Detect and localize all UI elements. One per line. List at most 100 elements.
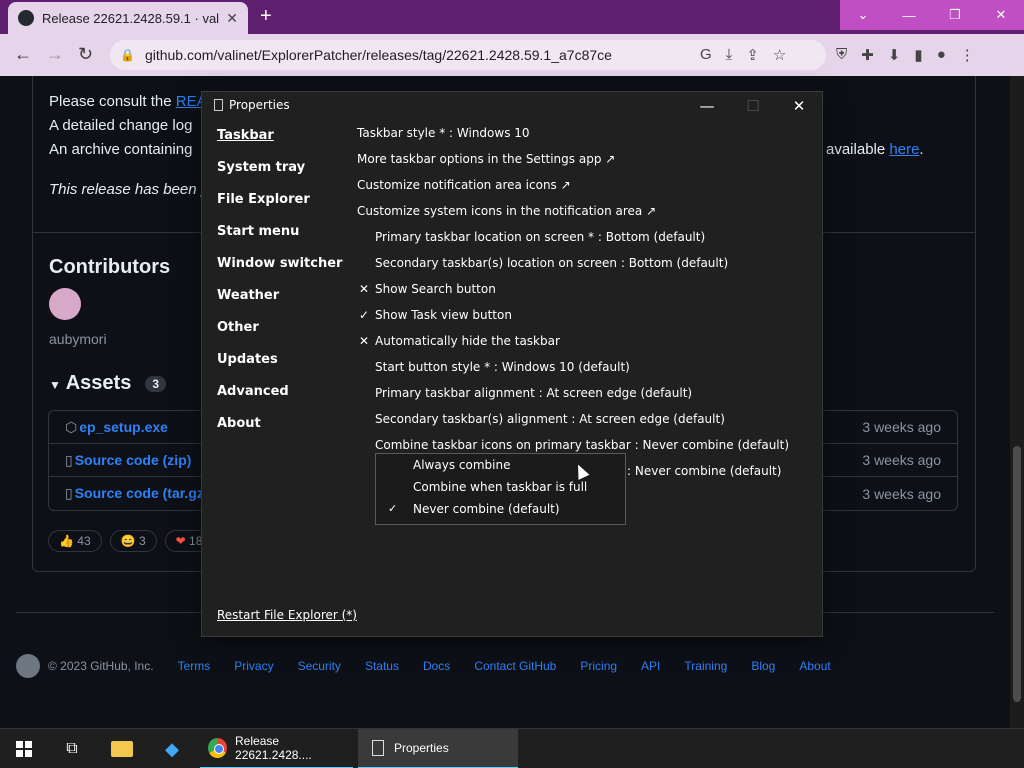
footer-link-api[interactable]: API — [641, 659, 660, 673]
restart-explorer-link[interactable]: Restart File Explorer (*) — [217, 608, 357, 622]
extensions-puzzle-icon[interactable]: ✚ — [861, 46, 874, 64]
share-icon[interactable]: ⇪ — [746, 46, 759, 64]
bookmark-star-icon[interactable]: ☆ — [773, 46, 786, 64]
properties-app-icon — [214, 99, 223, 111]
release-notes-line-1: Please consult the REA — [49, 93, 207, 110]
dialog-close-button[interactable]: ✕ — [776, 92, 822, 120]
option-primary-location[interactable]: Primary taskbar location on screen * : B… — [357, 229, 817, 255]
browser-window-controls: ⌄ — ❐ ✕ — [840, 0, 1024, 30]
back-icon[interactable]: ← — [14, 44, 32, 65]
nav-taskbar[interactable]: Taskbar — [217, 128, 342, 160]
option-auto-hide[interactable]: ✕ Automatically hide the taskbar — [357, 333, 817, 359]
reaction-thumbs-up[interactable]: 👍 43 — [48, 530, 102, 552]
footer-link-training[interactable]: Training — [684, 659, 727, 673]
option-show-search[interactable]: ✕ Show Search button — [357, 281, 817, 307]
dialog-maximize-button[interactable]: ☐ — [730, 92, 776, 120]
combine-dropdown-menu: Always combine Combine when taskbar is f… — [375, 453, 626, 525]
reaction-smile[interactable]: 😄 3 — [109, 530, 157, 552]
page-footer: © 2023 GitHub, Inc. Terms Privacy Securi… — [16, 654, 831, 678]
roblox-button[interactable]: ◆ — [148, 729, 196, 768]
close-button[interactable]: ✕ — [978, 0, 1024, 30]
new-tab-button[interactable]: + — [260, 5, 272, 28]
reactions-bar: 👍 43 😄 3 ❤ 18 — [48, 530, 214, 552]
scrollbar-thumb[interactable] — [1013, 446, 1021, 702]
option-secondary-alignment[interactable]: Secondary taskbar(s) alignment : At scre… — [357, 411, 817, 437]
nav-system-tray[interactable]: System tray — [217, 160, 342, 192]
option-notification-icons-link[interactable]: Customize notification area icons ↗ — [357, 177, 817, 203]
option-show-task-view[interactable]: ✓ Show Task view button — [357, 307, 817, 333]
menu-kebab-icon[interactable]: ⋮ — [960, 46, 975, 64]
contributor-name[interactable]: aubymori — [49, 331, 107, 347]
task-view-button[interactable]: ⧉ — [48, 729, 96, 768]
contributor-avatar[interactable] — [49, 288, 81, 320]
nav-other[interactable]: Other — [217, 320, 342, 352]
option-secondary-location[interactable]: Secondary taskbar(s) location on screen … — [357, 255, 817, 281]
release-notes-line-3-end: available here. — [826, 141, 924, 158]
footer-link-terms[interactable]: Terms — [178, 659, 211, 673]
assets-count-badge: 3 — [145, 375, 167, 392]
footer-link-docs[interactable]: Docs — [423, 659, 450, 673]
package-icon: ⬡ — [65, 418, 78, 435]
nav-updates[interactable]: Updates — [217, 352, 342, 384]
nav-start-menu[interactable]: Start menu — [217, 224, 342, 256]
footer-link-contact[interactable]: Contact GitHub — [474, 659, 556, 673]
footer-link-privacy[interactable]: Privacy — [234, 659, 273, 673]
footer-link-pricing[interactable]: Pricing — [580, 659, 617, 673]
dialog-window-controls: — ☐ ✕ — [684, 92, 822, 120]
restore-button[interactable]: ❐ — [932, 0, 978, 30]
unchecked-x-icon: ✕ — [359, 334, 370, 348]
checkmark-icon: ✓ — [388, 502, 398, 515]
footer-link-blog[interactable]: Blog — [751, 659, 775, 673]
start-button[interactable] — [0, 729, 48, 768]
contributors-heading: Contributors — [49, 256, 171, 278]
nav-weather[interactable]: Weather — [217, 288, 342, 320]
taskbar-options: Taskbar style * : Windows 10 More taskba… — [357, 125, 817, 489]
properties-app-icon — [372, 740, 384, 756]
footer-link-security[interactable]: Security — [298, 659, 341, 673]
github-logo-icon[interactable] — [16, 654, 40, 678]
menu-item-combine-when-full[interactable]: Combine when taskbar is full — [376, 476, 625, 498]
release-notes-line-2: A detailed change log — [49, 117, 193, 134]
footer-link-status[interactable]: Status — [365, 659, 399, 673]
nav-about[interactable]: About — [217, 416, 342, 448]
chrome-icon — [208, 738, 228, 758]
tab-search-icon[interactable]: ⌄ — [840, 0, 886, 30]
dialog-minimize-button[interactable]: — — [684, 92, 730, 120]
checkmark-icon: ✓ — [359, 308, 370, 322]
taskbar-properties[interactable]: Properties — [358, 729, 518, 768]
url-text: github.com/valinet/ExplorerPatcher/relea… — [144, 47, 612, 63]
shield-extension-icon[interactable]: ⛨ — [836, 46, 847, 64]
option-primary-alignment[interactable]: Primary taskbar alignment : At screen ed… — [357, 385, 817, 411]
menu-item-never-combine[interactable]: ✓ Never combine (default) — [376, 498, 625, 520]
forward-icon[interactable]: → — [46, 44, 64, 65]
install-icon[interactable]: ⤓ — [726, 46, 733, 64]
here-link[interactable]: here — [889, 141, 919, 158]
file-explorer-button[interactable] — [98, 729, 146, 768]
nav-window-switcher[interactable]: Window switcher — [217, 256, 342, 288]
option-system-icons-link[interactable]: Customize system icons in the notificati… — [357, 203, 817, 229]
zip-icon: ▯ — [65, 485, 73, 501]
folder-icon — [111, 741, 133, 757]
properties-dialog: Properties — ☐ ✕ Taskbar System tray Fil… — [201, 91, 823, 637]
nav-file-explorer[interactable]: File Explorer — [217, 192, 342, 224]
page-scrollbar[interactable] — [1010, 76, 1024, 728]
browser-tab[interactable]: Release 22621.2428.59.1 · valinet ✕ — [8, 2, 248, 34]
assets-heading[interactable]: ▼ Assets 3 — [49, 372, 167, 395]
taskbar-chrome[interactable]: Release 22621.2428.... — [200, 729, 353, 768]
browser-tab-bar: Release 22621.2428.59.1 · valinet ✕ + ⌄ … — [0, 0, 1024, 34]
downloads-icon[interactable]: ⬇ — [888, 46, 901, 64]
option-taskbar-style[interactable]: Taskbar style * : Windows 10 — [357, 125, 817, 151]
minimize-button[interactable]: — — [886, 0, 932, 30]
nav-advanced[interactable]: Advanced — [217, 384, 342, 416]
unchecked-x-icon: ✕ — [359, 282, 370, 296]
footer-link-about[interactable]: About — [799, 659, 830, 673]
release-notes-line-3: An archive containing — [49, 141, 193, 158]
reload-icon[interactable]: ↻ — [78, 44, 93, 65]
tab-close-icon[interactable]: ✕ — [226, 10, 238, 27]
profile-icon[interactable]: ● — [937, 46, 946, 64]
google-icon[interactable]: G — [700, 46, 712, 64]
side-panel-icon[interactable]: ▮ — [914, 46, 922, 64]
omnibox-icons: G ⤓ ⇪ ☆ — [700, 46, 786, 64]
option-settings-app-link[interactable]: More taskbar options in the Settings app… — [357, 151, 817, 177]
option-start-button-style[interactable]: Start button style * : Windows 10 (defau… — [357, 359, 817, 385]
